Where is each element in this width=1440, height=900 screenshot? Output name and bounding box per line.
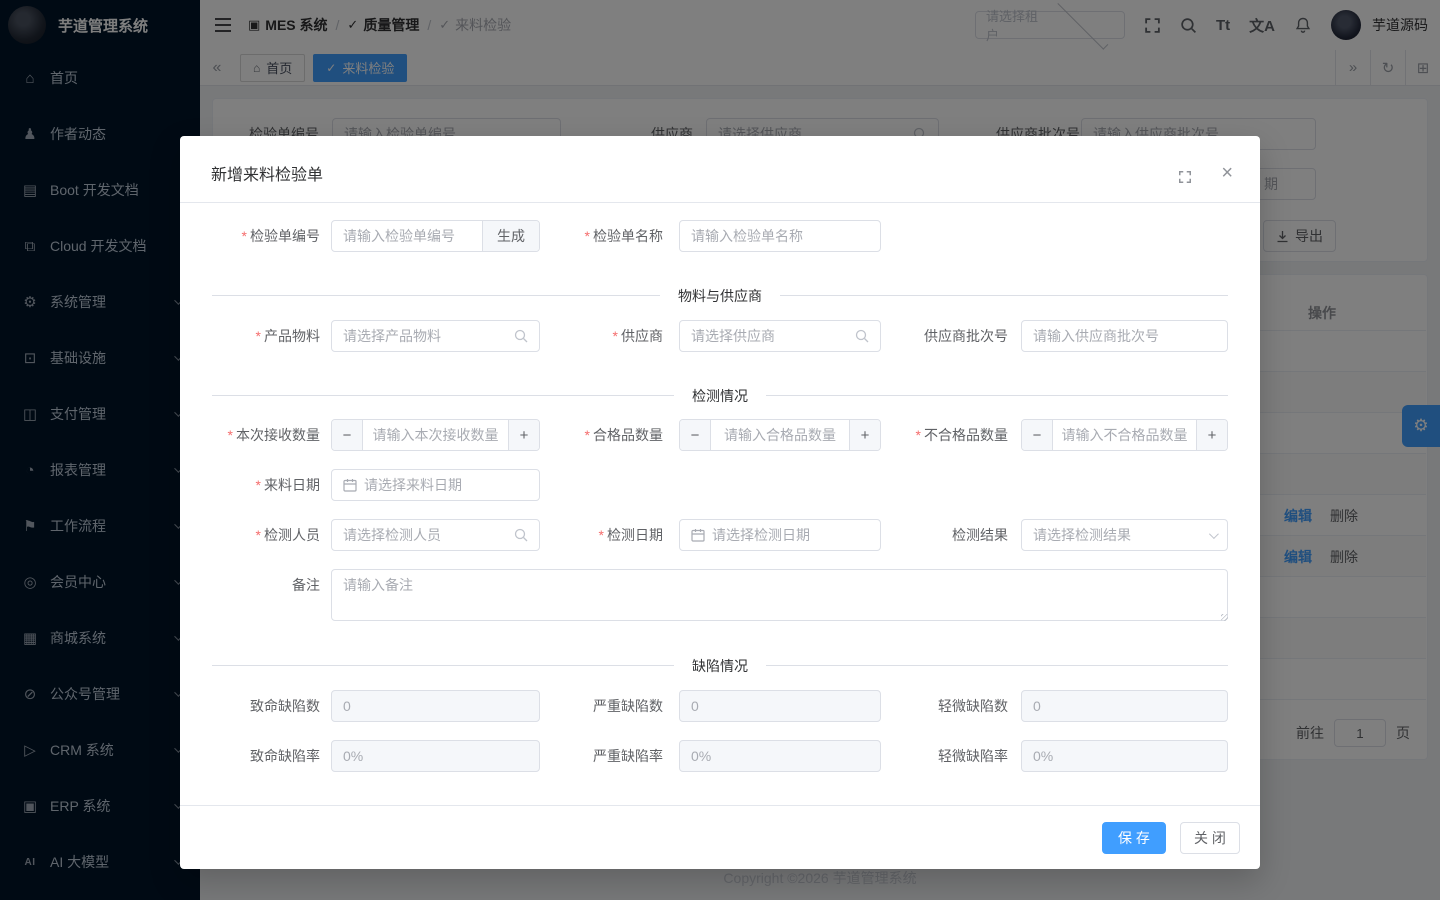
field-label-unqualified-qty: *不合格品数量 [868, 419, 1008, 451]
received-qty-input[interactable] [363, 420, 508, 450]
qualified-qty-stepper: − + [679, 419, 881, 451]
field-label-inspect-date: *检测日期 [523, 519, 663, 551]
name-input[interactable] [679, 220, 881, 252]
supplier-batch-input[interactable] [1021, 320, 1228, 352]
dialog-fullscreen-icon[interactable] [1178, 170, 1192, 184]
code-input[interactable] [332, 228, 475, 244]
field-label-received-qty: *本次接收数量 [180, 419, 320, 451]
code-input-group: 生成 [331, 220, 540, 252]
chevron-down-icon [1209, 529, 1219, 539]
field-label-result: 检测结果 [868, 519, 1008, 551]
serious-count-input [679, 690, 881, 722]
arrival-date-picker[interactable] [331, 469, 540, 501]
calendar-icon [343, 478, 357, 492]
calendar-icon [691, 528, 705, 542]
field-label-inspector: *检测人员 [180, 519, 320, 551]
search-icon [855, 329, 869, 343]
section-inspection: 检测情况 [212, 395, 1228, 396]
field-label-fatal-count: 致命缺陷数 [180, 690, 320, 722]
field-label-serious-count: 严重缺陷数 [523, 690, 663, 722]
dialog-footer-divider [180, 805, 1260, 806]
field-label-supplier: *供应商 [523, 320, 663, 352]
save-button[interactable]: 保 存 [1102, 822, 1166, 854]
result-select[interactable] [1021, 519, 1228, 551]
received-qty-stepper: − + [331, 419, 540, 451]
dialog-title: 新增来料检验单 [211, 161, 323, 185]
dialog-header: 新增来料检验单 × [180, 136, 1260, 203]
material-select[interactable] [331, 320, 540, 352]
unqualified-qty-stepper: − + [1021, 419, 1228, 451]
supplier-select[interactable] [679, 320, 881, 352]
field-label-serious-rate: 严重缺陷率 [523, 740, 663, 772]
decrease-button[interactable]: − [680, 420, 711, 450]
minor-count-input [1021, 690, 1228, 722]
field-label-minor-rate: 轻微缺陷率 [868, 740, 1008, 772]
serious-rate-input [679, 740, 881, 772]
inspector-select[interactable] [331, 519, 540, 551]
resize-handle[interactable] [1221, 614, 1228, 621]
close-button[interactable]: 关 闭 [1180, 822, 1240, 854]
field-label-fatal-rate: 致命缺陷率 [180, 740, 320, 772]
section-defects: 缺陷情况 [212, 665, 1228, 666]
field-label-qualified-qty: *合格品数量 [523, 419, 663, 451]
dialog-close-icon[interactable]: × [1221, 163, 1233, 183]
field-label-material: *产品物料 [180, 320, 320, 352]
field-label-name: *检验单名称 [523, 220, 663, 252]
field-label-supplier-batch: 供应商批次号 [868, 320, 1008, 352]
unqualified-qty-input[interactable] [1053, 420, 1196, 450]
add-inspection-dialog: 新增来料检验单 × *检验单编号 生成 *检验单名称 物料与供应商 *产品物料 … [180, 136, 1260, 869]
field-label-code: *检验单编号 [180, 220, 320, 252]
remark-textarea[interactable] [331, 569, 1228, 621]
field-label-minor-count: 轻微缺陷数 [868, 690, 1008, 722]
fatal-count-input [331, 690, 540, 722]
inspect-date-picker[interactable] [679, 519, 881, 551]
field-label-remark: 备注 [180, 569, 320, 601]
increase-button[interactable]: + [1196, 420, 1227, 450]
decrease-button[interactable]: − [1022, 420, 1053, 450]
qualified-qty-input[interactable] [711, 420, 849, 450]
field-label-arrival-date: *来料日期 [180, 469, 320, 501]
fatal-rate-input [331, 740, 540, 772]
section-material-supplier: 物料与供应商 [212, 295, 1228, 296]
minor-rate-input [1021, 740, 1228, 772]
decrease-button[interactable]: − [332, 420, 363, 450]
